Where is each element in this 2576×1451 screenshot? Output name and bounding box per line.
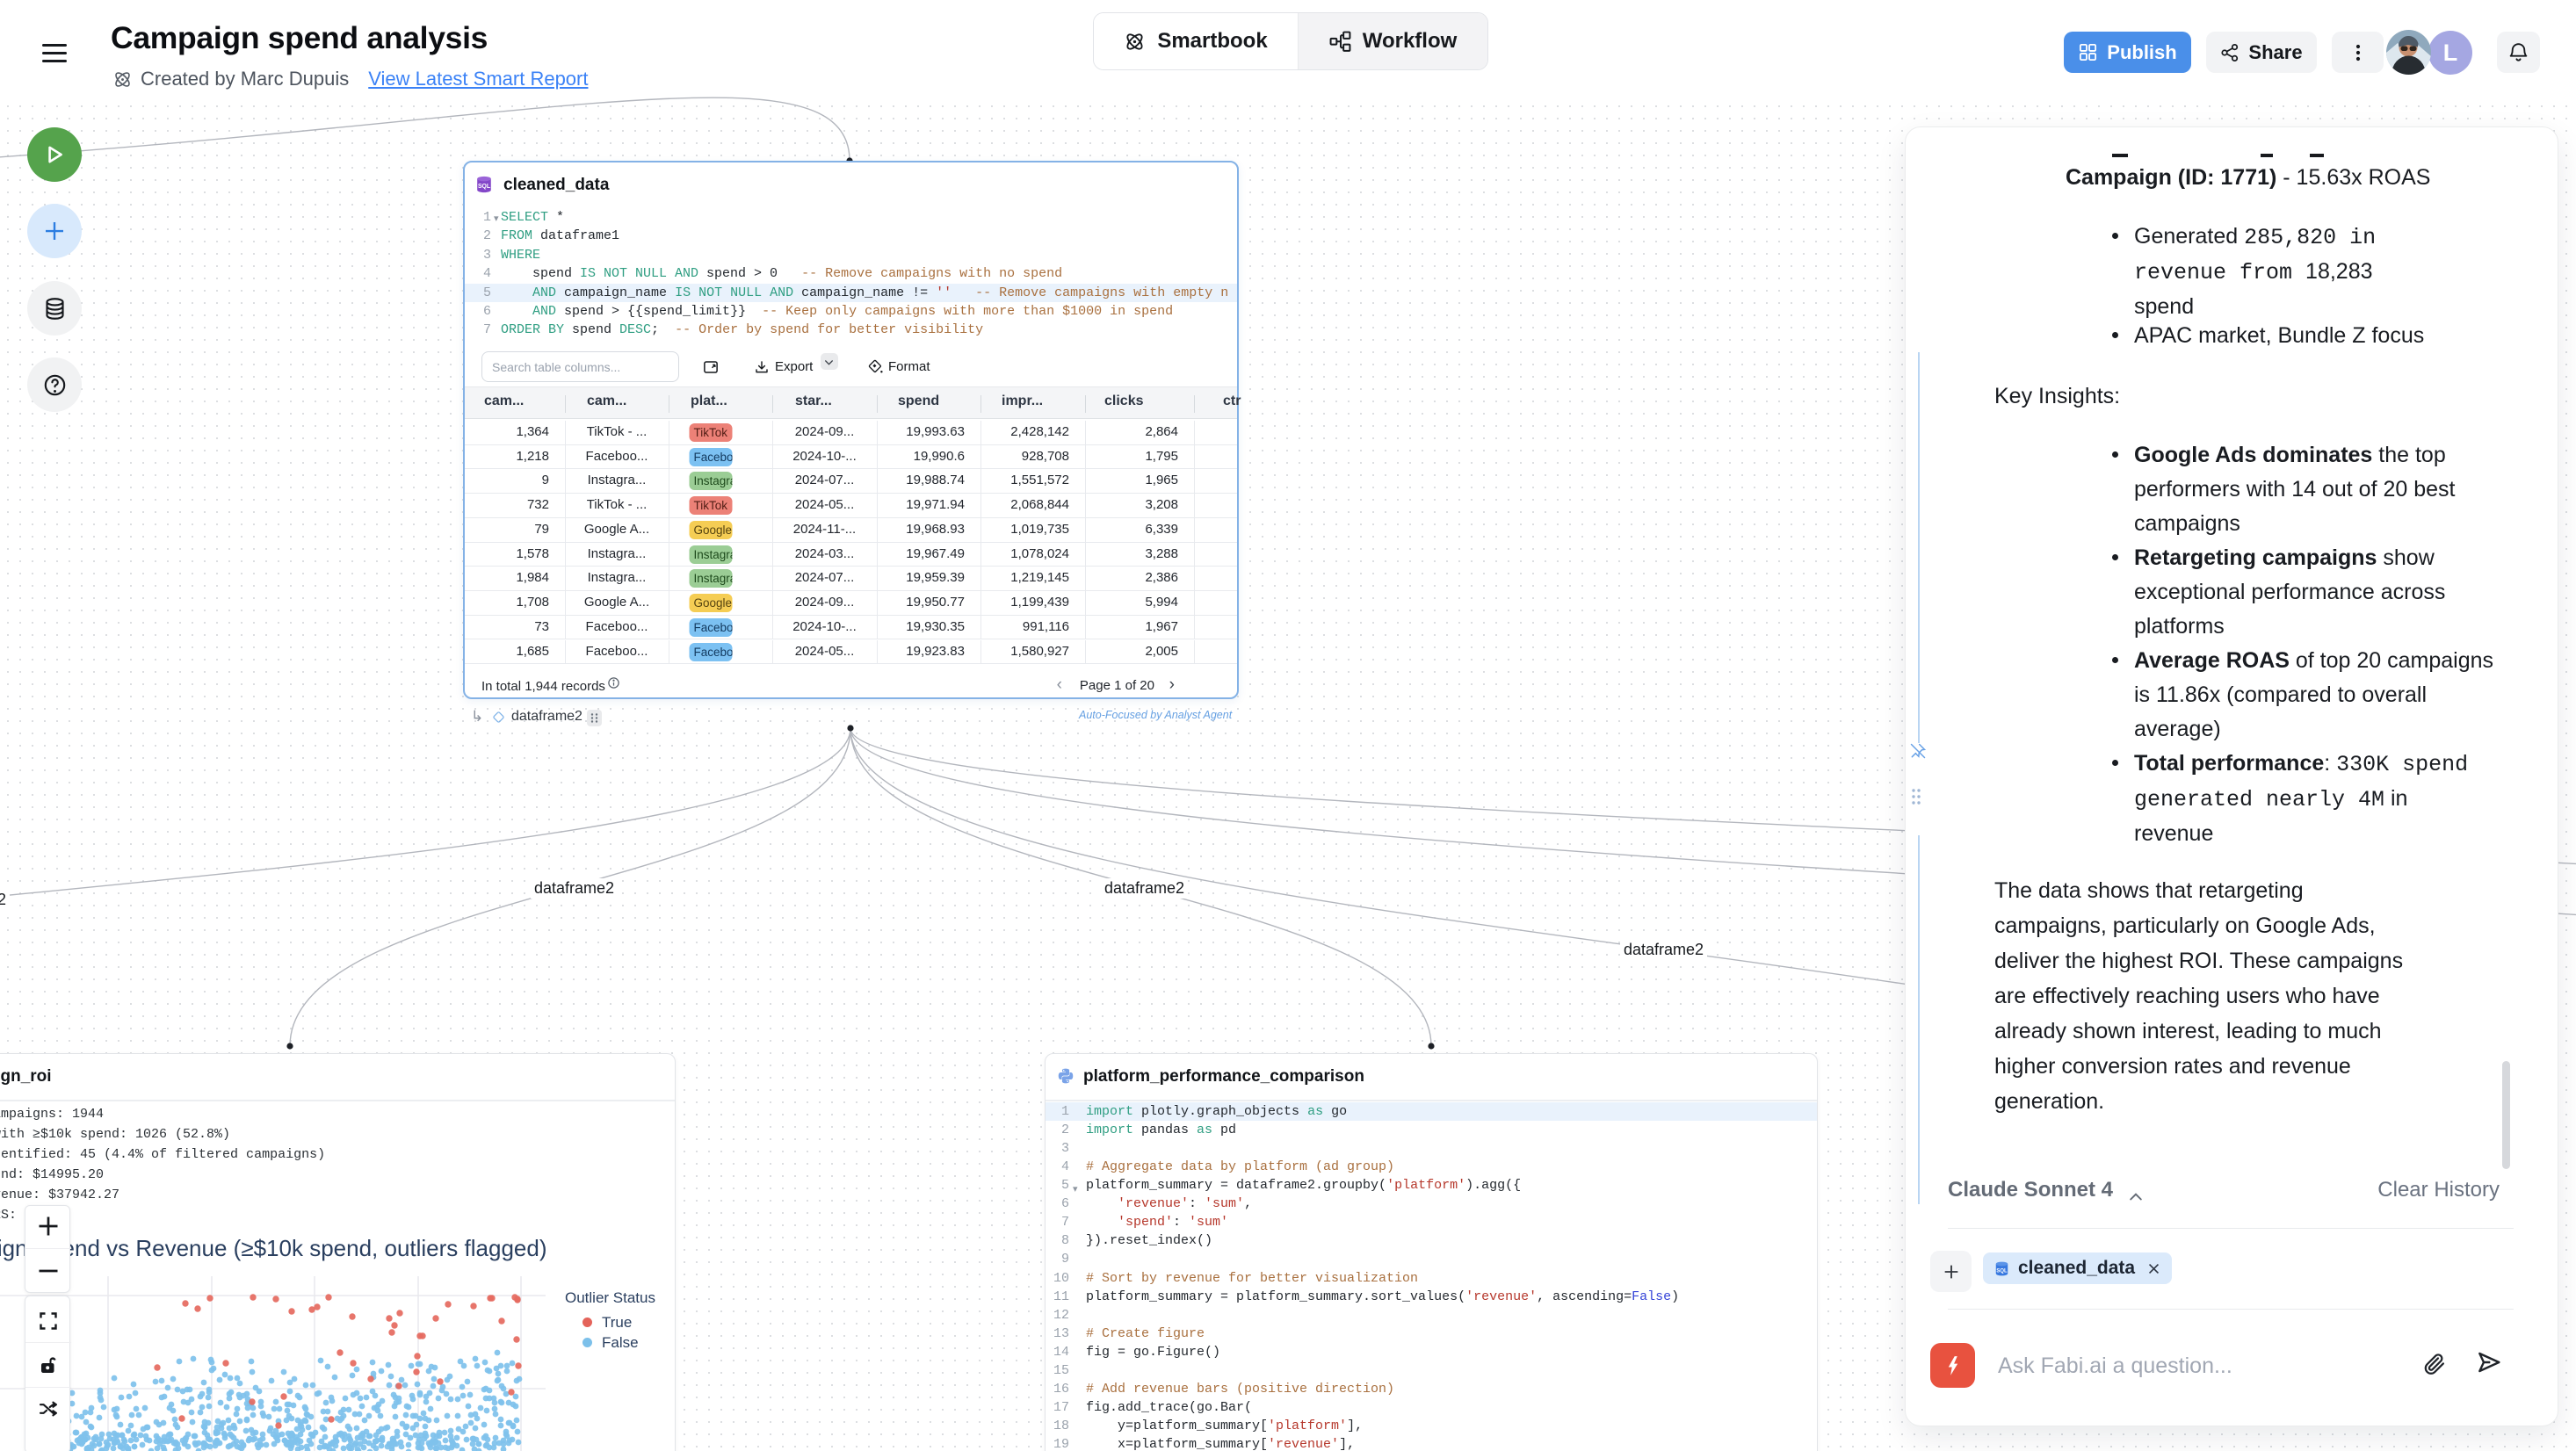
svg-text:SQL: SQL bbox=[478, 184, 490, 190]
svg-text:SQL: SQL bbox=[1996, 1268, 2008, 1274]
